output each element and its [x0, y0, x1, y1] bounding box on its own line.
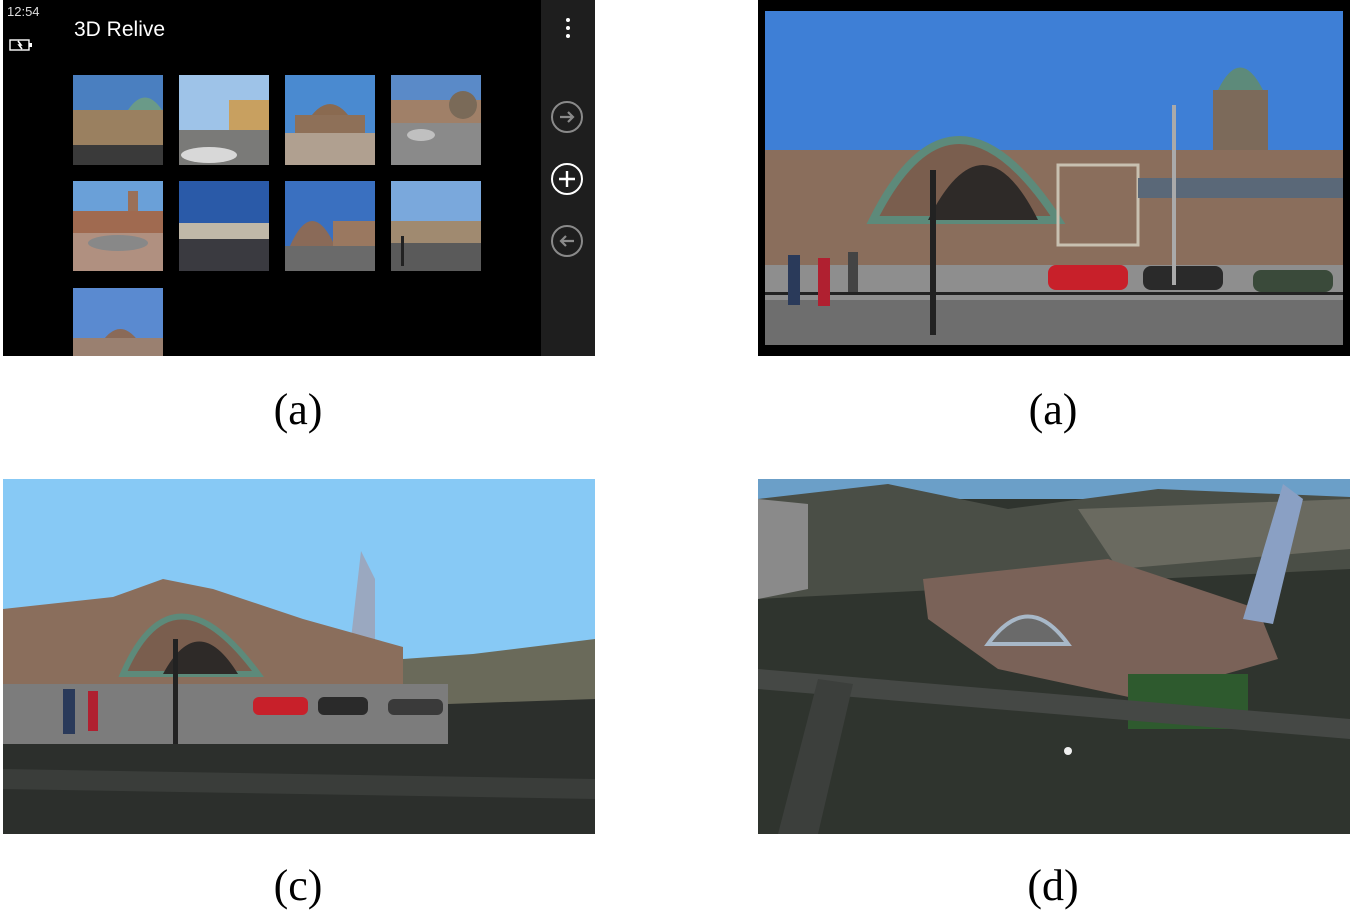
caption-d: (d): [1027, 861, 1079, 910]
status-clock: 12:54: [7, 4, 40, 19]
photo-thumbnail[interactable]: [73, 181, 163, 271]
photo-thumbnail[interactable]: [391, 181, 481, 271]
aerial-3d-city: [758, 479, 1350, 834]
rendered-3d-view: [3, 479, 595, 834]
station-photo: [758, 0, 1350, 356]
app-bar: [541, 0, 595, 356]
photo-thumbnail[interactable]: [285, 181, 375, 271]
caption-a-right: (a): [1028, 385, 1078, 434]
plus-circle-icon[interactable]: [550, 162, 584, 196]
app-screen: 12:54 3D Relive: [3, 0, 595, 356]
photo-thumbnail[interactable]: [285, 75, 375, 165]
app-title: 3D Relive: [74, 18, 166, 41]
arrow-left-circle-icon[interactable]: [550, 224, 584, 258]
more-vertical-icon[interactable]: [566, 18, 570, 42]
caption-c: (c): [273, 861, 323, 910]
arrow-right-circle-icon[interactable]: [550, 100, 584, 134]
caption-a-left: (a): [273, 385, 323, 434]
photo-thumbnail[interactable]: [73, 288, 163, 356]
battery-charging-icon: [9, 39, 32, 51]
photo-thumbnail[interactable]: [179, 75, 269, 165]
photo-thumbnail[interactable]: [391, 75, 481, 165]
photo-thumbnail[interactable]: [73, 75, 163, 165]
photo-thumbnail[interactable]: [179, 181, 269, 271]
